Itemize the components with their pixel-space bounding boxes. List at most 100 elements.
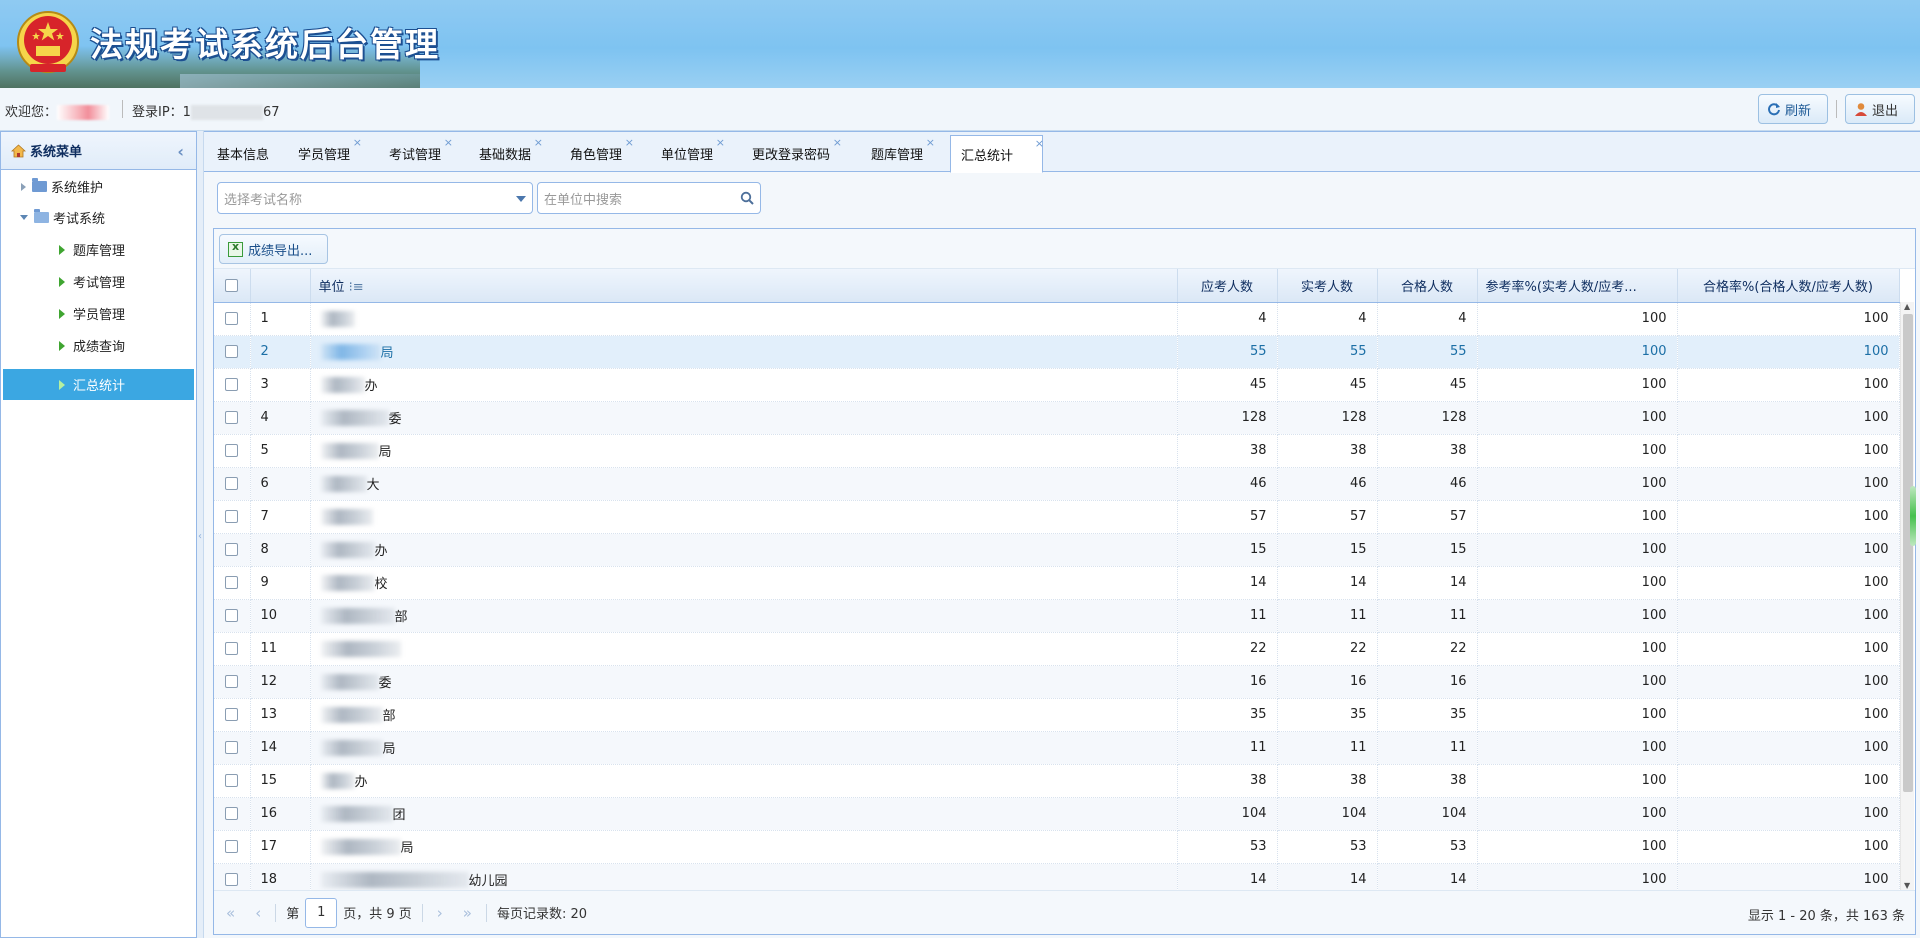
vertical-scrollbar[interactable]: ▲ ▼ xyxy=(1900,302,1914,890)
column-header-attend-rate[interactable]: 参考率%(实考人数/应考... xyxy=(1477,269,1678,303)
row-checkbox[interactable] xyxy=(225,576,239,589)
tab-summary-stats[interactable]: 汇总统计 × xyxy=(950,135,1044,173)
row-checkbox[interactable] xyxy=(225,543,239,556)
row-checkbox[interactable] xyxy=(225,378,239,391)
export-scores-button[interactable]: 成绩导出... xyxy=(219,234,328,264)
table-row[interactable]: 15 办 38 38 38 100 100 xyxy=(214,764,1900,798)
table-row[interactable]: 1 4 4 4 100 100 xyxy=(214,302,1900,336)
table-row[interactable]: 2 局 55 55 55 100 100 xyxy=(214,335,1900,369)
export-label: 成绩导出... xyxy=(248,243,313,259)
actual-count: 22 xyxy=(1277,632,1378,666)
close-icon[interactable]: × xyxy=(833,136,842,149)
sidebar-item-student-management[interactable]: 学员管理 xyxy=(3,298,194,329)
sidebar-item-exam-management[interactable]: 考试管理 xyxy=(3,266,194,297)
scrollbar-thumb[interactable] xyxy=(1903,314,1913,792)
first-page-icon[interactable]: « xyxy=(226,904,235,922)
row-checkbox[interactable] xyxy=(225,609,239,622)
next-page-icon[interactable]: › xyxy=(437,904,443,922)
sidebar-item-exam-system[interactable]: 考试系统 xyxy=(3,202,194,233)
row-checkbox[interactable] xyxy=(225,345,239,358)
tab-unit-management[interactable]: 单位管理 × xyxy=(651,135,725,172)
close-icon[interactable]: × xyxy=(444,136,453,149)
passed-count: 14 xyxy=(1377,566,1478,600)
row-checkbox[interactable] xyxy=(225,312,239,325)
sort-asc-icon[interactable]: ⁝≡ xyxy=(349,280,364,295)
column-header-unit[interactable]: 单位 ⁝≡ xyxy=(310,269,1178,303)
scroll-up-icon[interactable]: ▲ xyxy=(1904,302,1910,311)
row-checkbox[interactable] xyxy=(225,840,239,853)
last-page-icon[interactable]: » xyxy=(463,904,472,922)
row-checkbox[interactable] xyxy=(225,675,239,688)
passed-count: 16 xyxy=(1377,665,1478,699)
column-header-actual[interactable]: 实考人数 xyxy=(1277,269,1378,303)
close-icon[interactable]: × xyxy=(1035,137,1044,150)
tab-question-bank[interactable]: 题库管理 × xyxy=(861,135,935,172)
row-number: 2 xyxy=(250,335,311,369)
collapse-arrow-icon[interactable] xyxy=(20,215,28,220)
table-row[interactable]: 14 局 11 11 11 100 100 xyxy=(214,731,1900,765)
logout-button[interactable]: 退出 xyxy=(1845,94,1915,124)
row-checkbox[interactable] xyxy=(225,477,239,490)
expected-count: 38 xyxy=(1177,434,1278,468)
close-icon[interactable]: × xyxy=(625,136,634,149)
refresh-button[interactable]: 刷新 xyxy=(1758,94,1828,124)
close-icon[interactable]: × xyxy=(716,136,725,149)
tab-role-management[interactable]: 角色管理 × xyxy=(560,135,634,172)
row-checkbox[interactable] xyxy=(225,807,239,820)
row-checkbox[interactable] xyxy=(225,774,239,787)
panel-splitter[interactable]: ‹ xyxy=(197,131,204,938)
chevron-down-icon[interactable] xyxy=(516,196,526,202)
close-icon[interactable]: × xyxy=(534,136,543,149)
sidebar-item-summary-stats[interactable]: 汇总统计 xyxy=(3,369,194,400)
page-suffix: 页，共 9 页 xyxy=(343,907,412,922)
sidebar-item-question-bank[interactable]: 题库管理 xyxy=(3,234,194,265)
table-row[interactable]: 5 局 38 38 38 100 100 xyxy=(214,434,1900,468)
table-row[interactable]: 13 部 35 35 35 100 100 xyxy=(214,698,1900,732)
table-row[interactable]: 9 校 14 14 14 100 100 xyxy=(214,566,1900,600)
close-icon[interactable]: × xyxy=(353,136,362,149)
column-header-passed[interactable]: 合格人数 xyxy=(1377,269,1478,303)
table-row[interactable]: 6 大 46 46 46 100 100 xyxy=(214,467,1900,501)
row-checkbox[interactable] xyxy=(225,873,239,886)
sidebar-item-score-query[interactable]: 成绩查询 xyxy=(3,330,194,361)
pass-rate: 100 xyxy=(1677,533,1900,567)
table-row[interactable]: 16 团 104 104 104 100 100 xyxy=(214,797,1900,831)
table-row[interactable]: 12 委 16 16 16 100 100 xyxy=(214,665,1900,699)
actual-count: 128 xyxy=(1277,401,1378,435)
close-icon[interactable]: × xyxy=(926,136,935,149)
table-row[interactable]: 3 办 45 45 45 100 100 xyxy=(214,368,1900,402)
collapse-icon[interactable]: ‹ xyxy=(177,142,184,161)
chevron-left-icon[interactable]: ‹ xyxy=(198,531,202,542)
table-row[interactable]: 10 部 11 11 11 100 100 xyxy=(214,599,1900,633)
row-checkbox[interactable] xyxy=(225,411,239,424)
table-row[interactable]: 4 委 128 128 128 100 100 xyxy=(214,401,1900,435)
tab-change-password[interactable]: 更改登录密码 × xyxy=(742,135,842,172)
table-row[interactable]: 7 57 57 57 100 100 xyxy=(214,500,1900,534)
table-row[interactable]: 11 22 22 22 100 100 xyxy=(214,632,1900,666)
exam-name-select[interactable]: 选择考试名称 xyxy=(217,182,533,214)
tab-basic-info[interactable]: 基本信息 xyxy=(207,135,279,172)
page-number-input[interactable]: 1 xyxy=(305,897,338,928)
tab-student-management[interactable]: 学员管理 × xyxy=(288,135,362,172)
row-checkbox[interactable] xyxy=(225,708,239,721)
column-header-pass-rate[interactable]: 合格率%(合格人数/应考人数) xyxy=(1677,269,1900,303)
row-checkbox[interactable] xyxy=(225,510,239,523)
column-header-expected[interactable]: 应考人数 xyxy=(1177,269,1278,303)
row-checkbox[interactable] xyxy=(225,642,239,655)
search-icon[interactable] xyxy=(740,191,754,205)
sidebar-item-system-maintenance[interactable]: 系统维护 xyxy=(3,171,194,202)
table-row[interactable]: 8 办 15 15 15 100 100 xyxy=(214,533,1900,567)
table-row[interactable]: 17 局 53 53 53 100 100 xyxy=(214,830,1900,864)
pass-rate: 100 xyxy=(1677,302,1900,336)
select-all-checkbox[interactable] xyxy=(225,278,239,292)
row-checkbox[interactable] xyxy=(225,444,239,457)
scroll-down-icon[interactable]: ▼ xyxy=(1904,881,1910,890)
expand-arrow-icon[interactable] xyxy=(21,182,26,191)
tab-base-data[interactable]: 基础数据 × xyxy=(469,135,543,172)
tab-exam-management[interactable]: 考试管理 × xyxy=(379,135,453,172)
passed-count: 55 xyxy=(1377,335,1478,369)
prev-page-icon[interactable]: ‹ xyxy=(255,904,261,922)
passed-count: 11 xyxy=(1377,599,1478,633)
unit-search-input[interactable]: 在单位中搜索 xyxy=(537,182,761,214)
row-checkbox[interactable] xyxy=(225,741,239,754)
